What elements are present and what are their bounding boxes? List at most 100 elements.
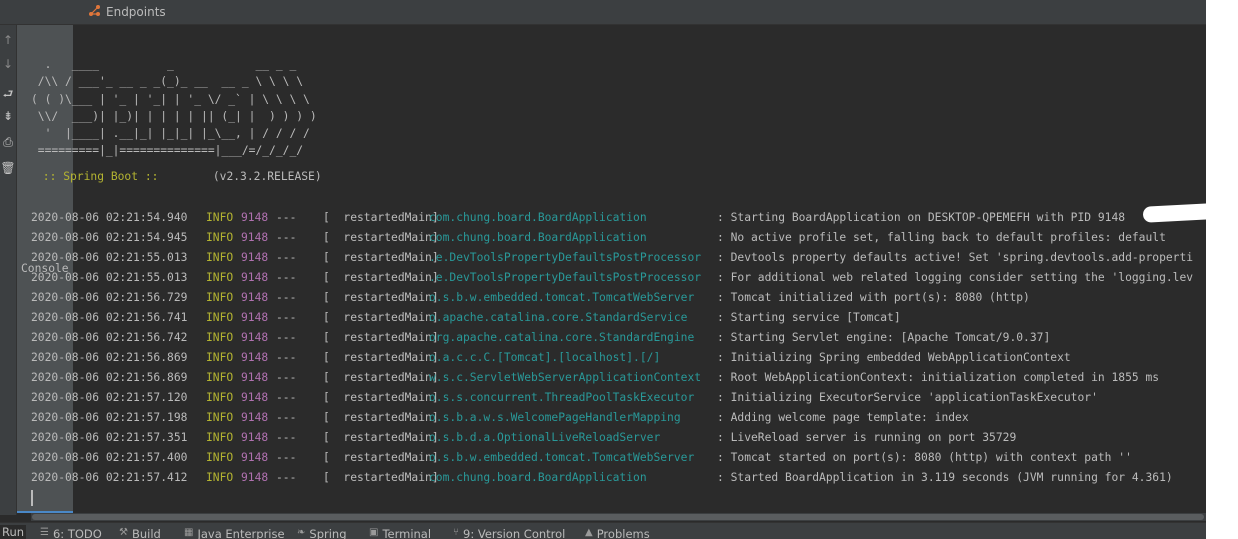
- log-timestamp: 2020-08-06 02:21:57.412: [31, 471, 188, 484]
- log-thread: [ restartedMain]: [323, 251, 439, 264]
- log-level: INFO: [206, 411, 234, 424]
- tool-spring[interactable]: ❧ Spring: [297, 527, 347, 539]
- log-message: : Adding welcome page template: index: [717, 411, 969, 424]
- tool-java-enterprise[interactable]: ▦ Java Enterprise: [184, 527, 285, 539]
- tab-endpoints[interactable]: Endpoints: [84, 0, 166, 24]
- tool-version-control[interactable]: ⑂ 9: Version Control: [453, 527, 565, 539]
- log-timestamp: 2020-08-06 02:21:57.120: [31, 391, 188, 404]
- spring-boot-version-line: :: Spring Boot :: (v2.3.2.RELEASE): [36, 170, 322, 183]
- log-thread: [ restartedMain]: [323, 211, 439, 224]
- log-logger: o.s.b.w.embedded.tomcat.TomcatWebServer: [429, 291, 695, 304]
- log-level: INFO: [206, 251, 234, 264]
- log-level: INFO: [206, 311, 234, 324]
- log-logger: o.s.b.w.embedded.tomcat.TomcatWebServer: [429, 451, 695, 464]
- log-level: INFO: [206, 431, 234, 444]
- tool-build[interactable]: ⚒ Build: [119, 527, 161, 539]
- log-message: : Starting BoardApplication on DESKTOP-Q…: [717, 211, 1126, 224]
- log-timestamp: 2020-08-06 02:21:56.729: [31, 291, 188, 304]
- log-message: : LiveReload server is running on port 3…: [717, 431, 1017, 444]
- tool-todo[interactable]: ☰ 6: TODO: [40, 527, 102, 539]
- log-level: INFO: [206, 371, 234, 384]
- log-pid: 9148: [241, 471, 269, 484]
- log-level: INFO: [206, 331, 234, 344]
- scrollbar-thumb[interactable]: [32, 514, 1204, 520]
- tool-todo-label: 6: TODO: [52, 527, 102, 539]
- log-logger: org.apache.catalina.core.StandardEngine: [429, 331, 695, 344]
- tool-version-control-label: 9: Version Control: [463, 527, 566, 539]
- tool-run[interactable]: Run: [0, 525, 27, 539]
- log-logger: w.s.c.ServletWebServerApplicationContext: [429, 371, 702, 384]
- log-level: INFO: [206, 451, 234, 464]
- tool-spring-label: Spring: [309, 527, 347, 539]
- log-message: : Root WebApplicationContext: initializa…: [717, 371, 1160, 384]
- log-message: : Initializing ExecutorService 'applicat…: [717, 391, 1098, 404]
- scroll-to-end-icon[interactable]: ⇟: [0, 109, 16, 123]
- log-message: : No active profile set, falling back to…: [717, 231, 1166, 244]
- log-pid: 9148: [241, 331, 269, 344]
- log-pid: 9148: [241, 311, 269, 324]
- log-logger: o.s.b.d.a.OptionalLiveReloadServer: [429, 431, 661, 444]
- log-pid: 9148: [241, 411, 269, 424]
- branch-icon: ⑂: [453, 527, 459, 538]
- log-thread: [ restartedMain]: [323, 331, 439, 344]
- log-timestamp: 2020-08-06 02:21:54.945: [31, 231, 188, 244]
- log-separator: ---: [276, 231, 297, 244]
- log-level: INFO: [206, 391, 234, 404]
- trash-icon[interactable]: 🗑: [0, 161, 16, 175]
- log-logger: com.chung.board.BoardApplication: [429, 231, 647, 244]
- spring-boot-version: (v2.3.2.RELEASE): [165, 170, 322, 183]
- log-pid: 9148: [241, 251, 269, 264]
- log-pid: 9148: [241, 351, 269, 364]
- tool-java-enterprise-label: Java Enterprise: [197, 527, 285, 539]
- log-logger: .e.DevToolsPropertyDefaultsPostProcessor: [429, 251, 702, 264]
- log-pid: 9148: [241, 211, 269, 224]
- log-separator: ---: [276, 311, 297, 324]
- log-level: INFO: [206, 231, 234, 244]
- log-separator: ---: [276, 371, 297, 384]
- scroll-down-icon[interactable]: ↓: [0, 57, 16, 71]
- log-thread: [ restartedMain]: [323, 391, 439, 404]
- soft-wrap-icon[interactable]: ⮐: [0, 85, 16, 106]
- horizontal-scrollbar[interactable]: [31, 513, 1206, 521]
- tool-terminal[interactable]: ▣ Terminal: [369, 527, 431, 539]
- log-pid: 9148: [241, 431, 269, 444]
- log-thread: [ restartedMain]: [323, 231, 439, 244]
- spring-ascii-banner: . ____ _ __ _ _ /\\ / ___'_ __ _ _(_)_ _…: [31, 58, 317, 158]
- log-level: INFO: [206, 471, 234, 484]
- log-separator: ---: [276, 331, 297, 344]
- log-level: INFO: [206, 271, 234, 284]
- log-message: : Devtools property defaults active! Set…: [717, 251, 1194, 264]
- log-separator: ---: [276, 251, 297, 264]
- log-timestamp: 2020-08-06 02:21:57.351: [31, 431, 188, 444]
- log-thread: [ restartedMain]: [323, 451, 439, 464]
- log-thread: [ restartedMain]: [323, 351, 439, 364]
- log-message: : Tomcat started on port(s): 8080 (http)…: [717, 451, 1132, 464]
- log-timestamp: 2020-08-06 02:21:54.940: [31, 211, 188, 224]
- log-timestamp: 2020-08-06 02:21:56.869: [31, 371, 188, 384]
- log-message: : Starting service [Tomcat]: [717, 311, 901, 324]
- log-timestamp: 2020-08-06 02:21:56.742: [31, 331, 188, 344]
- log-timestamp: 2020-08-06 02:21:56.869: [31, 351, 188, 364]
- text-cursor: [31, 490, 33, 506]
- tool-window-bar: Run ☰ 6: TODO ⚒ Build ▦ Java Enterprise ❧ Sp…: [0, 522, 1206, 539]
- log-timestamp: 2020-08-06 02:21:56.741: [31, 311, 188, 324]
- log-separator: ---: [276, 431, 297, 444]
- log-message: : Tomcat initialized with port(s): 8080 …: [717, 291, 1030, 304]
- log-level: INFO: [206, 291, 234, 304]
- log-thread: [ restartedMain]: [323, 411, 439, 424]
- enterprise-icon: ▦: [184, 527, 194, 538]
- log-pid: 9148: [241, 291, 269, 304]
- ide-window: ▶ Console Endpoints ↑ ↓ ⮐ ⇟ ⎙ 🗑 . ____ _…: [0, 0, 1206, 539]
- log-logger: com.chung.board.BoardApplication: [429, 211, 647, 224]
- log-logger: o.a.c.c.C.[Tomcat].[localhost].[/]: [429, 351, 661, 364]
- scroll-up-icon[interactable]: ↑: [0, 33, 16, 47]
- tool-problems[interactable]: ▲ Problems: [585, 527, 650, 539]
- log-message: : Initializing Spring embedded WebApplic…: [717, 351, 1071, 364]
- log-message: : Started BoardApplication in 3.119 seco…: [717, 471, 1173, 484]
- terminal-icon: ▣: [369, 527, 379, 538]
- console-output[interactable]: . ____ _ __ _ _ /\\ / ___'_ __ _ _(_)_ _…: [31, 25, 1206, 513]
- log-timestamp: 2020-08-06 02:21:55.013: [31, 251, 188, 264]
- print-icon[interactable]: ⎙: [0, 135, 16, 150]
- hammer-icon: ⚒: [119, 527, 128, 538]
- spring-boot-label: :: Spring Boot ::: [36, 170, 166, 183]
